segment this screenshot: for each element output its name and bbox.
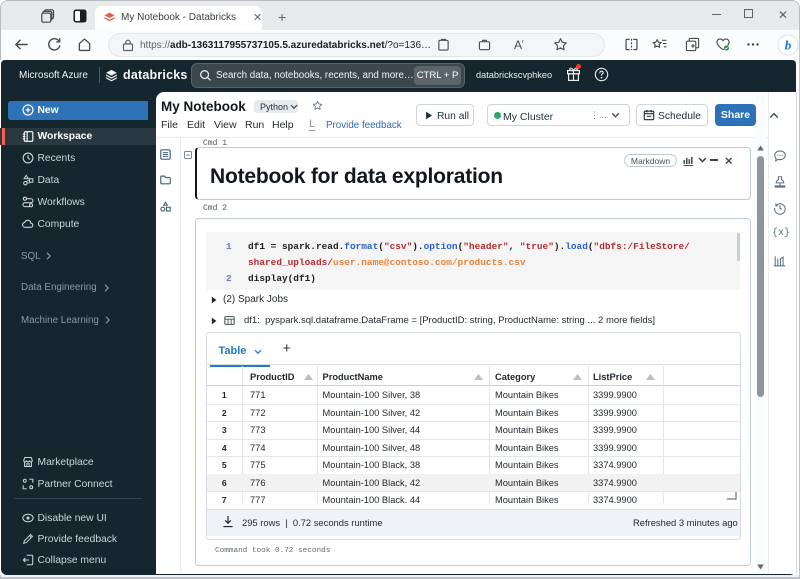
svg-text:b: b	[785, 37, 792, 52]
